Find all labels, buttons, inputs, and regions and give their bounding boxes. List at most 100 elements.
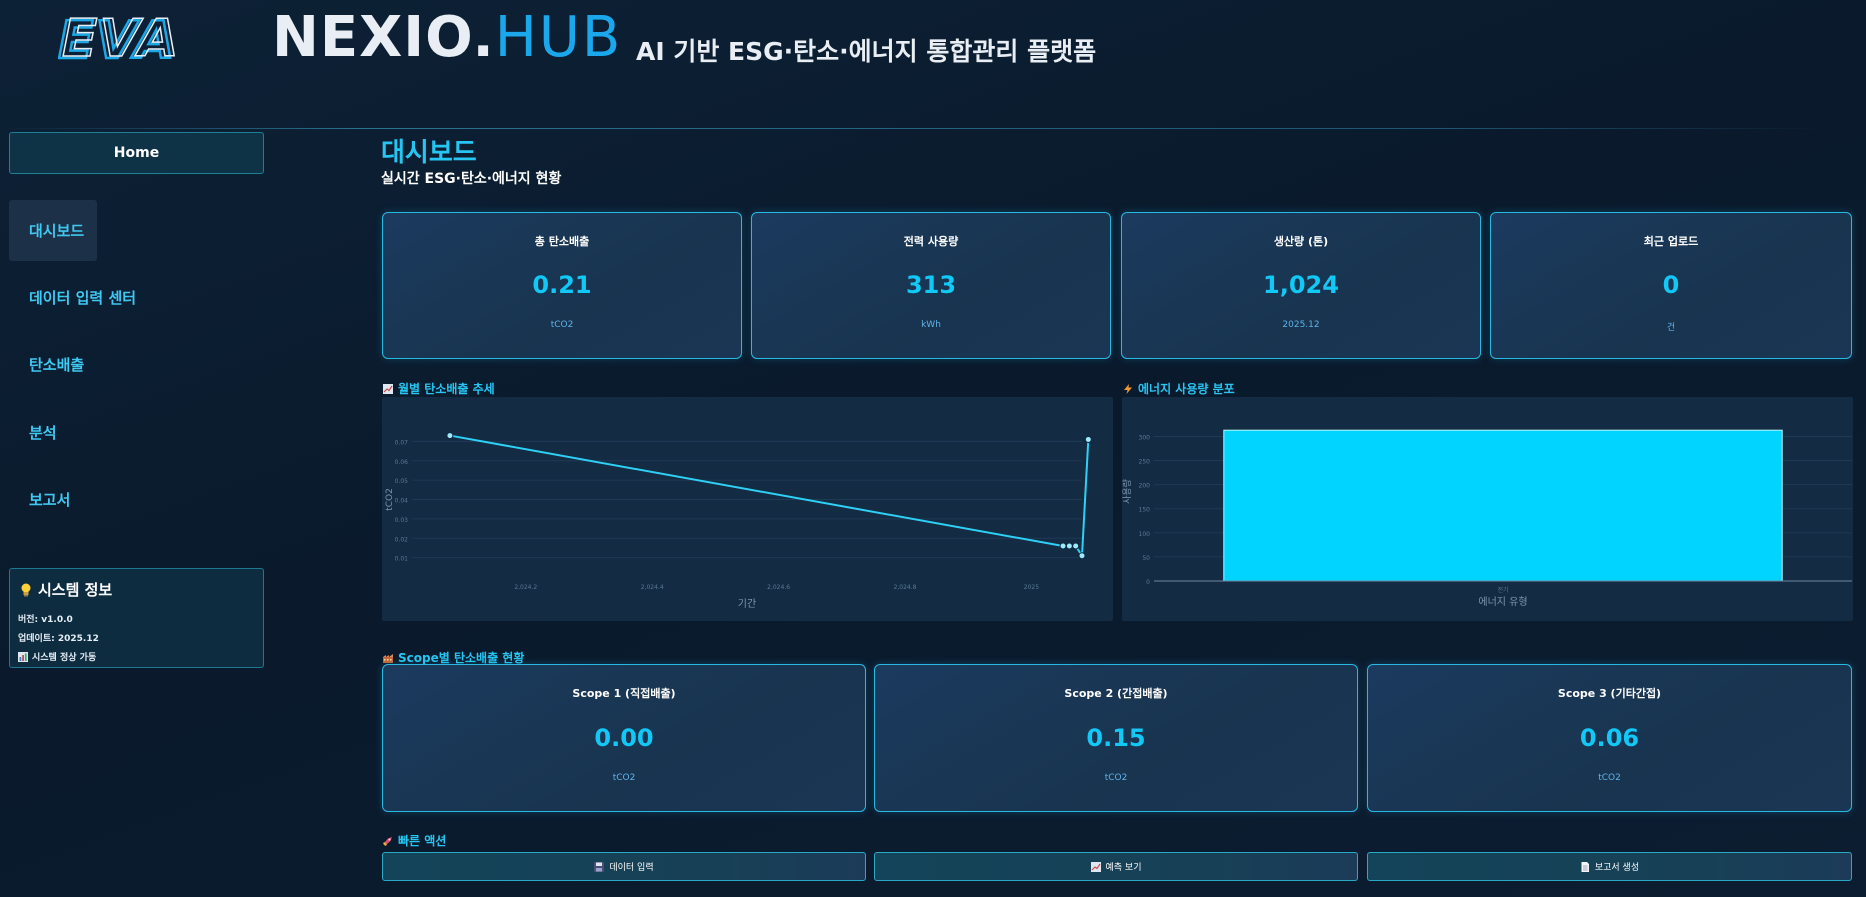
energy-bar [1223,429,1783,582]
lightning-icon [1124,383,1132,394]
page-title: 대시보드 [381,138,477,168]
data-point [446,432,454,440]
data-point [1072,542,1080,550]
page-subtitle: 실시간 ESG·탄소·에너지 현황 [381,171,562,187]
y-tick-label: 100 [1139,531,1151,538]
header: EVA EVA NEXIO.HUB AI 기반 ESG·탄소·에너지 통합관리 … [0,0,1866,100]
y-tick-label: 50 [1142,555,1150,562]
y-axis-label: tCO2 [385,488,395,511]
x-tick-label: 2025 [1024,584,1039,591]
x-tick-label: 2,024.6 [767,584,790,591]
version-text: 버전: v1.0.0 [18,615,73,625]
report-button-label: 보고서 생성 [1594,863,1640,873]
sidebar-item-dashboard[interactable]: 대시보드 [9,200,97,261]
scope-unit: tCO2 [1598,773,1621,783]
scope-label: Scope 3 (기타간접) [1557,687,1662,700]
energy-chart-title-text: 에너지 사용량 분포 [1138,382,1235,396]
data-input-button-label: 데이터 입력 [609,863,654,873]
scope-card-2: Scope 2 (간접배출) 0.15 tCO2 [874,664,1358,812]
kpi-value: 0 [1662,271,1680,299]
y-tick-label: 0.01 [395,556,409,563]
quick-actions-title: 빠른 액션 [383,832,446,849]
y-tick-label: 200 [1139,483,1151,490]
kpi-value: 313 [905,271,957,299]
x-axis-label: 기간 [738,598,756,610]
y-tick-label: 0.02 [395,536,409,543]
y-tick-label: 0 [1146,579,1150,586]
bar-chart-icon [18,651,28,662]
series-line [449,434,1090,559]
data-point [1059,542,1067,550]
lightbulb-icon [21,583,31,596]
logo-hub-text: HUB [494,5,623,70]
eva-logo: EVA EVA [58,12,180,64]
y-tick-label: 250 [1139,459,1151,466]
forecast-button[interactable]: 예측 보기 [874,852,1358,881]
kpi-unit: tCO2 [550,320,574,330]
data-input-button[interactable]: 데이터 입력 [382,852,866,881]
system-info-title: 시스템 정보 [20,579,255,600]
trend-chart-title-text: 월별 탄소배출 추세 [398,382,495,396]
kpi-label: 총 탄소배출 [534,235,590,248]
header-divider [0,128,1820,129]
y-tick-label: 0.03 [395,517,409,524]
y-tick-label: 0.06 [395,459,409,466]
kpi-value: 0.21 [532,271,592,299]
sidebar-item-carbon[interactable]: 탄소배출 [9,334,97,395]
sidebar-item-analysis[interactable]: 분석 [9,402,97,463]
data-point [1084,435,1092,443]
factory-icon [383,653,393,663]
energy-chart-panel: 0 50 100 150 200 250 300 전기 에너지 유형 사용량 [1121,397,1853,621]
report-button[interactable]: 보고서 생성 [1367,852,1852,881]
home-button[interactable]: Home [9,132,264,174]
x-tick-label: 2,024.8 [894,584,917,591]
scope-card-1: Scope 1 (직접배출) 0.00 tCO2 [382,664,866,812]
nexio-hub-logo: NEXIO.HUB [272,6,622,70]
system-info-title-text: 시스템 정보 [38,581,113,599]
kpi-label: 전력 사용량 [903,235,959,248]
y-axis-label: 사용량 [1122,479,1133,504]
system-status-text: 시스템 정상 가동 [32,653,97,663]
updated-text: 업데이트: 2025.12 [18,634,99,644]
kpi-card-power-usage: 전력 사용량 313 kWh [751,212,1111,359]
y-tick-label: 0.05 [395,478,409,485]
kpi-value: 1,024 [1263,271,1339,299]
sidebar-item-label: 보고서 [29,491,71,509]
quick-actions-title-text: 빠른 액션 [398,834,447,848]
trend-chart-panel: 0.01 0.02 0.03 0.04 0.05 0.06 0.07 2,024.2 2,024… [382,397,1113,621]
trend-chart-icon [1090,861,1101,872]
disk-icon [594,861,605,872]
y-tick-label: 300 [1139,434,1151,441]
document-icon [1581,861,1589,872]
sidebar-item-data-input[interactable]: 데이터 입력 센터 [9,267,136,328]
scope-unit: tCO2 [612,773,636,783]
header-tagline: AI 기반 ESG·탄소·에너지 통합관리 플랫폼 [636,37,1097,66]
svg-text:EVA: EVA [62,12,180,64]
x-tick-label: 전기 [1497,586,1508,594]
forecast-button-label: 예측 보기 [1105,863,1142,873]
sidebar-item-label: 데이터 입력 센터 [29,289,137,307]
y-tick-label: 0.04 [395,498,409,505]
y-tick-label: 150 [1139,507,1151,514]
scope-label: Scope 2 (간접배출) [1064,687,1168,700]
sidebar-item-report[interactable]: 보고서 [9,469,97,530]
scope-card-3: Scope 3 (기타간접) 0.06 tCO2 [1367,664,1852,812]
trend-chart-icon [383,383,393,394]
data-point [1065,542,1073,550]
sidebar-item-label: 대시보드 [29,222,85,240]
trend-line-chart: 0.01 0.02 0.03 0.04 0.05 0.06 0.07 2,024.2 2,024… [385,432,1092,610]
y-tick-label: 0.07 [395,439,409,446]
scope-value: 0.06 [1579,724,1640,752]
kpi-card-production: 생산량 (톤) 1,024 2025.12 [1121,212,1481,359]
kpi-unit: 2025.12 [1282,320,1320,330]
sidebar-item-label: 분석 [29,424,57,442]
kpi-label: 생산량 (톤) [1273,235,1329,248]
system-info-panel: 시스템 정보 버전: v1.0.0 업데이트: 2025.12 시스템 정상 가… [9,568,264,668]
trend-chart-title: 월별 탄소배출 추세 [383,380,495,397]
system-status: 시스템 정상 가동 [18,650,255,663]
scope-label: Scope 1 (직접배출) [572,687,676,700]
kpi-label: 최근 업로드 [1643,235,1699,248]
sidebar-item-label: 탄소배출 [29,356,85,374]
rocket-icon [383,836,392,846]
kpi-card-recent-upload: 최근 업로드 0 건 [1490,212,1852,359]
